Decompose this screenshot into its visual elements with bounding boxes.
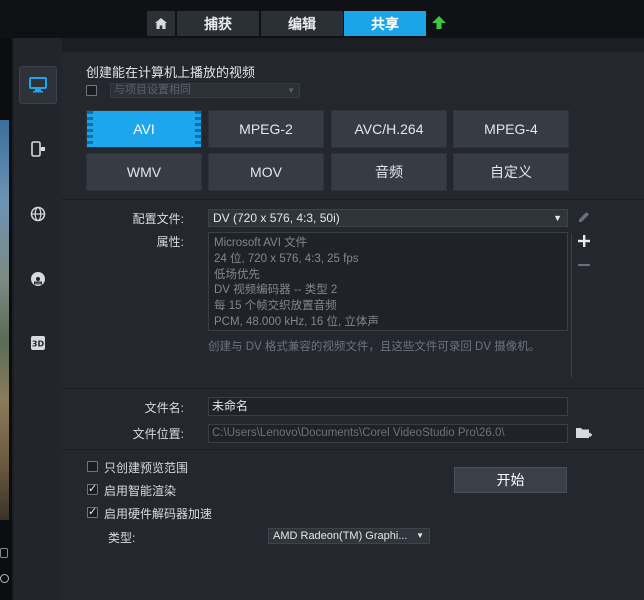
svg-text:DVD: DVD <box>35 281 42 285</box>
chevron-down-icon: ▼ <box>287 86 295 95</box>
smart-render-label: 启用智能渲染 <box>104 484 177 498</box>
file-name-input[interactable]: 未命名 <box>208 397 568 416</box>
3d-icon: 3D <box>31 336 45 350</box>
computer-icon <box>29 77 47 93</box>
edit-profile-icon[interactable] <box>577 210 591 224</box>
hw-decoder-checkbox[interactable] <box>87 505 98 518</box>
add-profile-icon[interactable] <box>577 234 591 248</box>
profile-select[interactable]: DV (720 x 576, 4:3, 50i) ▼ <box>208 209 568 227</box>
sidebar-item-3d[interactable]: 3D <box>19 324 57 362</box>
divider <box>571 234 572 378</box>
top-tab-bar: 捕获 编辑 共享 <box>0 0 644 38</box>
profile-value: DV (720 x 576, 4:3, 50i) <box>213 211 340 225</box>
file-location-label: 文件位置: <box>132 427 184 441</box>
upload-arrow-icon[interactable] <box>431 15 447 31</box>
property-line: 低场优先 <box>214 268 260 281</box>
format-wmv-button[interactable]: WMV <box>86 153 202 191</box>
preview-range-label: 只创建预览范围 <box>104 461 189 475</box>
properties-label: 属性: <box>156 235 184 249</box>
home-icon <box>155 18 167 29</box>
format-avc-button[interactable]: AVC/H.264 <box>331 110 447 148</box>
disc-icon: DVD <box>31 272 45 286</box>
share-sidebar: DVD 3D <box>14 38 62 600</box>
divider <box>62 199 644 200</box>
sidebar-item-web[interactable] <box>19 195 57 233</box>
profile-description: 创建与 DV 格式兼容的视频文件，且这些文件可录回 DV 摄像机。 <box>208 341 541 353</box>
type-value: AMD Radeon(TM) Graphi... <box>273 530 408 542</box>
tab-capture[interactable]: 捕获 <box>177 11 259 36</box>
preview-strip <box>0 38 12 600</box>
type-label: 类型: <box>108 531 136 545</box>
format-mov-button[interactable]: MOV <box>208 153 324 191</box>
tab-home[interactable] <box>147 11 175 36</box>
divider <box>62 449 644 450</box>
property-line: Microsoft AVI 文件 <box>214 237 308 249</box>
folder-browse-icon[interactable] <box>575 425 593 440</box>
match-project-select: 与项目设置相同 ▼ <box>110 83 300 98</box>
chevron-down-icon: ▼ <box>553 213 562 223</box>
property-line: PCM, 48.000 kHz, 16 位, 立体声 <box>214 315 379 328</box>
file-name-label: 文件名: <box>144 401 184 415</box>
remove-profile-icon[interactable] <box>577 258 591 272</box>
chevron-down-icon: ▼ <box>416 531 424 540</box>
share-panel: 创建能在计算机上播放的视频 与项目设置相同 ▼ AVI MPEG-2 AVC/H… <box>62 52 644 600</box>
share-workspace: 捕获 编辑 共享 DVD 3D 创建能在计算机上播放的视频 与项目设置相同 ▼ … <box>0 0 644 600</box>
match-project-label: 与项目设置相同 <box>114 84 191 96</box>
sidebar-item-device[interactable] <box>19 130 57 168</box>
panel-title: 创建能在计算机上播放的视频 <box>86 65 256 80</box>
device-icon <box>31 141 45 157</box>
start-button[interactable]: 开始 <box>454 467 567 493</box>
format-mpeg4-button[interactable]: MPEG-4 <box>453 110 569 148</box>
sidebar-item-disc[interactable]: DVD <box>19 260 57 298</box>
format-avi-button[interactable]: AVI <box>86 110 202 148</box>
preview-thumbnail <box>0 120 9 520</box>
properties-box: Microsoft AVI 文件 24 位, 720 x 576, 4:3, 2… <box>208 232 568 331</box>
preview-range-checkbox[interactable] <box>87 461 98 472</box>
hw-decoder-label: 启用硬件解码器加速 <box>104 507 213 521</box>
svg-text:3D: 3D <box>32 340 45 349</box>
format-custom-button[interactable]: 自定义 <box>453 153 569 191</box>
property-line: DV 视频编码器 -- 类型 2 <box>214 284 338 297</box>
file-location-input[interactable]: C:\Users\Lenovo\Documents\Corel VideoStu… <box>208 424 568 443</box>
smart-render-checkbox[interactable] <box>87 482 98 495</box>
sidebar-item-computer[interactable] <box>19 66 57 104</box>
format-mpeg2-button[interactable]: MPEG-2 <box>208 110 324 148</box>
tab-edit[interactable]: 编辑 <box>261 11 343 36</box>
globe-icon <box>30 206 46 222</box>
profile-label: 配置文件: <box>132 212 184 226</box>
property-line: 每 15 个帧交织放置音频 <box>214 300 337 313</box>
lock-icon[interactable] <box>0 548 8 558</box>
match-project-checkbox[interactable] <box>86 85 97 96</box>
format-audio-button[interactable]: 音频 <box>331 153 447 191</box>
tab-share[interactable]: 共享 <box>344 11 426 36</box>
sync-icon[interactable] <box>0 574 9 583</box>
property-line: 24 位, 720 x 576, 4:3, 25 fps <box>214 252 359 265</box>
type-select[interactable]: AMD Radeon(TM) Graphi... ▼ <box>268 528 430 544</box>
divider <box>62 388 644 389</box>
